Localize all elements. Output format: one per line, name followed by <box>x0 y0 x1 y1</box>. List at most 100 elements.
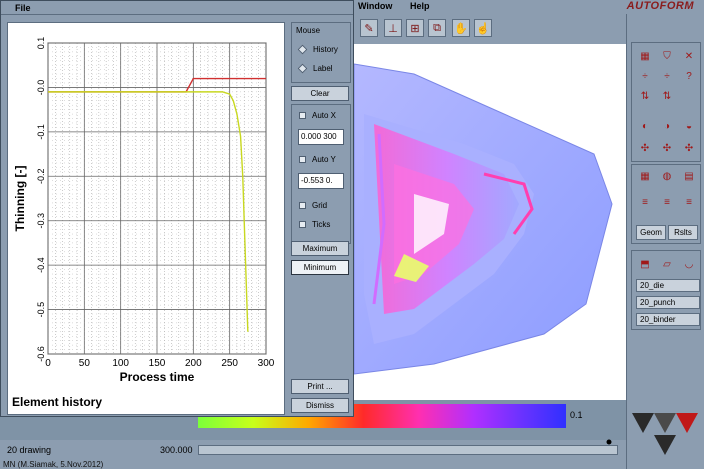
rslts-button[interactable]: Rslts <box>668 225 698 240</box>
blob-icon[interactable]: ◐ <box>636 117 654 135</box>
dismiss-button[interactable]: Dismiss <box>291 398 349 413</box>
stack-icon[interactable]: ≡ <box>636 193 654 211</box>
plot-caption: Element history <box>12 395 102 409</box>
object-binder[interactable]: 20_binder <box>636 313 700 326</box>
auto-x-checkbox[interactable]: Auto X <box>299 111 336 120</box>
mouse-group-label: Mouse <box>296 26 321 35</box>
layer-icon[interactable]: ▤ <box>680 167 698 185</box>
y-range-field[interactable]: -0.553 0. <box>298 173 344 189</box>
split-icon-2[interactable]: ÷ <box>658 67 676 85</box>
auto-y-label: Auto Y <box>312 155 336 164</box>
x-tick-label: 50 <box>79 358 91 369</box>
thinning-plot[interactable]: 0 50 100 150 200 250 300 0.1 -0.0 -0.1 -0.2 -0.3 -0.… <box>7 22 285 415</box>
sheet-icon[interactable]: ▱ <box>658 255 676 273</box>
clear-button[interactable]: Clear <box>291 86 349 101</box>
y-tick-label: -0.5 <box>36 302 46 318</box>
axis-icon[interactable]: ⊥ <box>384 19 402 37</box>
element-history-dialog: File 0 50 100 150 200 250 300 0.1 -0.0 -0.1 -0.2 -0… <box>0 0 354 417</box>
arrows-icon[interactable]: ⇅ <box>636 87 654 105</box>
history-radio-label: History <box>313 45 338 54</box>
stack-icon-3[interactable]: ≡ <box>680 193 698 211</box>
grid-label: Grid <box>312 201 328 210</box>
result-icons-box: ▦ ⛉ ✕ ÷ ÷ ? ⇅ ⇅ ◐ ◑ ◒ ✣ ✣ ✣ <box>631 42 701 162</box>
ticks-checkbox[interactable]: Ticks <box>299 220 330 229</box>
zoom-window-icon[interactable]: ⊞ <box>406 19 424 37</box>
cross-icon[interactable]: ✕ <box>680 47 698 65</box>
auto-x-label: Auto X <box>312 111 337 120</box>
axis-group: Auto X 0.000 300 Auto Y -0.553 0. Grid T… <box>291 104 351 244</box>
sphere-icon[interactable]: ◍ <box>658 167 676 185</box>
nav-down-icon[interactable] <box>654 435 676 455</box>
menu-help[interactable]: Help <box>410 1 430 11</box>
cup-icon[interactable]: ◡ <box>680 255 698 273</box>
navigation-arrows <box>630 405 700 465</box>
3d-viewport[interactable] <box>354 44 626 400</box>
ticks-label: Ticks <box>312 220 331 229</box>
y-tick-label: 0.1 <box>36 37 46 50</box>
stack-icon-2[interactable]: ≡ <box>658 193 676 211</box>
right-tool-panel: ▦ ⛉ ✕ ÷ ÷ ? ⇅ ⇅ ◐ ◑ ◒ ✣ ✣ ✣ ▦ ◍ ▤ ≡ ≡ ≡ … <box>626 14 704 469</box>
nav-right-icon[interactable] <box>676 413 698 433</box>
mesh-icon[interactable]: ▦ <box>636 47 654 65</box>
plot-controls: Mouse History Label Clear Auto X 0.000 3… <box>289 22 351 415</box>
grey-icon-2[interactable]: ✣ <box>658 139 676 157</box>
y-tick-label: -0.4 <box>36 257 46 273</box>
geom-button[interactable]: Geom <box>636 225 666 240</box>
time-value: 300.000 <box>160 445 193 455</box>
edit-icon[interactable]: ✎ <box>360 19 378 37</box>
checkbox-box <box>299 221 306 228</box>
zoom-fit-icon[interactable]: ⧉ <box>428 19 446 37</box>
x-tick-label: 150 <box>149 358 166 369</box>
die-tool-icon[interactable]: ⬒ <box>636 255 654 273</box>
checkbox-box <box>299 156 306 163</box>
radio-indicator <box>297 44 308 55</box>
question-icon[interactable]: ? <box>680 67 698 85</box>
autoform-logo: AUTOFORM <box>626 0 694 12</box>
simulation-name: 20 drawing <box>7 445 52 455</box>
blob-icon-3[interactable]: ◒ <box>680 117 698 135</box>
grey-icon-3[interactable]: ✣ <box>680 139 698 157</box>
auto-y-checkbox[interactable]: Auto Y <box>299 155 336 164</box>
formed-part-render <box>354 63 613 375</box>
split-icon[interactable]: ÷ <box>636 67 654 85</box>
checkbox-box <box>299 112 306 119</box>
nav-center-icon[interactable] <box>654 413 676 433</box>
x-axis-label: Process time <box>120 370 195 384</box>
object-die[interactable]: 20_die <box>636 279 700 292</box>
status-line: MN (M.Siamak, 5.Nov.2012) <box>3 460 104 469</box>
menu-window[interactable]: Window <box>358 1 392 11</box>
label-radio-label: Label <box>313 64 333 73</box>
x-tick-label: 250 <box>221 358 238 369</box>
label-radio[interactable]: Label <box>297 63 333 74</box>
x-range-field[interactable]: 0.000 300 <box>298 129 344 145</box>
y-tick-label: -0.1 <box>36 124 46 140</box>
minimum-button[interactable]: Minimum <box>291 260 349 275</box>
y-axis-label: Thinning [-] <box>13 166 27 232</box>
maximum-button[interactable]: Maximum <box>291 241 349 256</box>
radio-indicator <box>297 63 308 74</box>
history-radio[interactable]: History <box>297 44 338 55</box>
dialog-file-menu[interactable]: File <box>15 3 31 13</box>
object-punch[interactable]: 20_punch <box>636 296 700 309</box>
x-tick-label: 200 <box>185 358 202 369</box>
grid-view-icon[interactable]: ▦ <box>636 167 654 185</box>
shield-icon[interactable]: ⛉ <box>658 47 676 65</box>
pan-hand-icon[interactable]: ✋ <box>452 19 470 37</box>
y-tick-label: -0.2 <box>36 169 46 185</box>
app-toolbar: ✎ ⊥ ⊞ ⧉ ✋ ☝ <box>354 14 626 44</box>
blob-icon-2[interactable]: ◑ <box>658 117 676 135</box>
mouse-group: Mouse History Label <box>291 22 351 83</box>
y-tick-label: -0.3 <box>36 213 46 229</box>
grey-icon[interactable]: ✣ <box>636 139 654 157</box>
grid-checkbox[interactable]: Grid <box>299 201 327 210</box>
slider-handle[interactable] <box>606 439 612 445</box>
color-scale-max: 0.1 <box>570 410 583 420</box>
arrows-icon-2[interactable]: ⇅ <box>658 87 676 105</box>
rotate-hand-icon[interactable]: ☝ <box>474 19 492 37</box>
print-button[interactable]: Print ... <box>291 379 349 394</box>
time-slider[interactable] <box>198 445 618 455</box>
nav-left-icon[interactable] <box>632 413 654 433</box>
checkbox-box <box>299 202 306 209</box>
chart-svg: 0 50 100 150 200 250 300 0.1 -0.0 -0.1 -0.2 -0.3 -0.… <box>12 37 275 409</box>
x-tick-label: 300 <box>258 358 275 369</box>
